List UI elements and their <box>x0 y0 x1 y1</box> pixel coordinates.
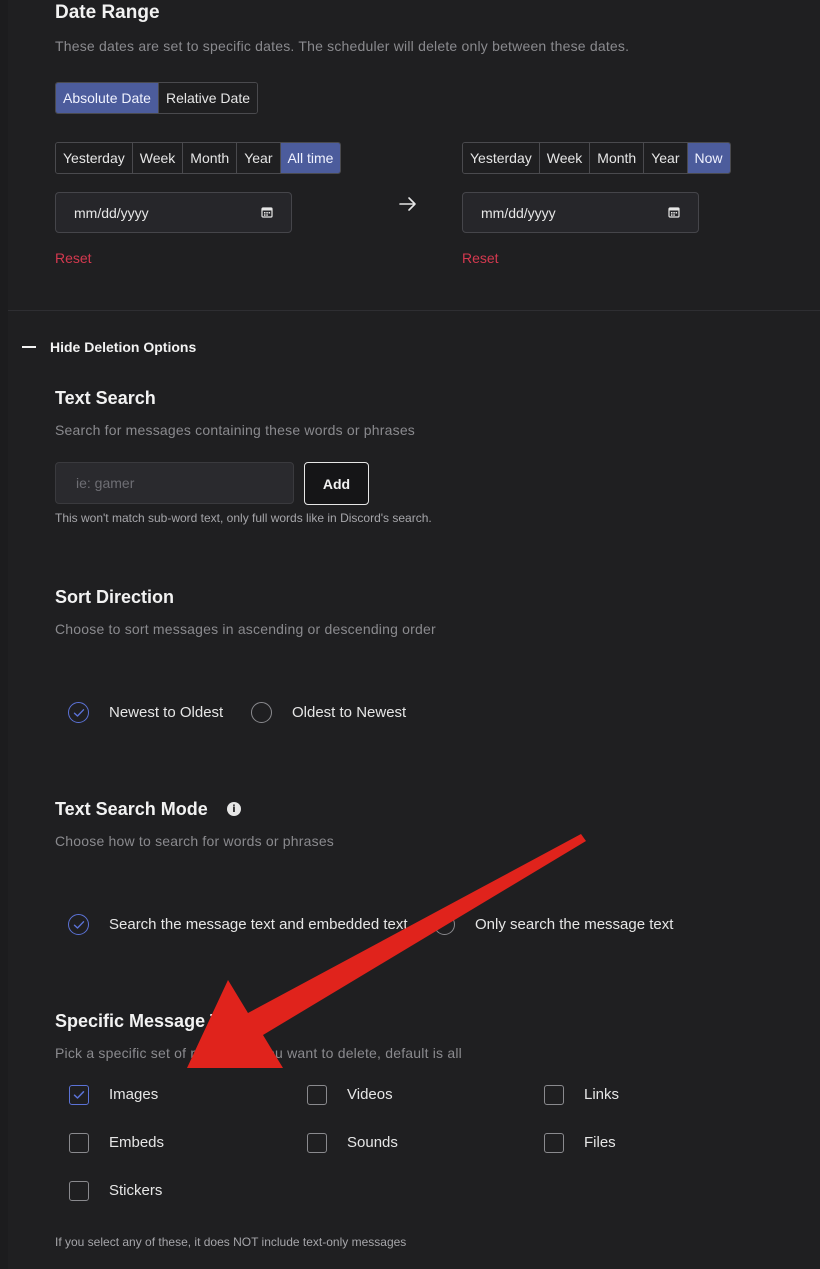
radio-label-oldest-to-newest: Oldest to Newest <box>292 704 407 721</box>
message-types-description: Pick a specific set of messages you want… <box>55 1045 462 1061</box>
radio-label-search-embedded: Search the message text and embedded tex… <box>109 916 408 933</box>
checkbox-label-sounds: Sounds <box>347 1134 398 1151</box>
to-preset-yesterday[interactable]: Yesterday <box>463 143 540 173</box>
arrow-right-icon <box>398 195 418 218</box>
deletion-options-toggle[interactable]: Hide Deletion Options <box>22 339 196 355</box>
sort-direction-title: Sort Direction <box>55 587 175 607</box>
from-preset-all-time[interactable]: All time <box>280 143 341 173</box>
to-preset-week[interactable]: Week <box>539 143 591 173</box>
checkbox-label-files: Files <box>584 1134 616 1151</box>
calendar-icon[interactable] <box>261 205 273 221</box>
from-preset-week[interactable]: Week <box>132 143 184 173</box>
tab-absolute-date[interactable]: Absolute Date <box>56 83 159 113</box>
checkbox-links[interactable] <box>544 1085 564 1105</box>
from-preset-year[interactable]: Year <box>237 143 281 173</box>
text-search-hint: This won't match sub-word text, only ful… <box>55 511 432 525</box>
date-range-title: Date Range <box>55 2 160 23</box>
section-divider <box>8 310 820 311</box>
to-preset-now[interactable]: Now <box>687 143 730 173</box>
from-date-input[interactable]: mm/dd/yyyy <box>55 192 292 233</box>
radio-newest-to-oldest[interactable] <box>68 702 89 723</box>
from-reset-link[interactable]: Reset <box>55 250 92 266</box>
checkmark-icon <box>73 1091 85 1099</box>
checkbox-label-videos: Videos <box>347 1086 393 1103</box>
from-preset-group: Yesterday Week Month Year All time <box>55 142 342 174</box>
checkbox-label-stickers: Stickers <box>109 1182 163 1199</box>
text-search-input[interactable] <box>55 462 294 504</box>
to-date-value: mm/dd/yyyy <box>481 204 556 221</box>
info-icon[interactable]: i <box>227 802 241 816</box>
from-date-value: mm/dd/yyyy <box>74 204 149 221</box>
checkbox-images[interactable] <box>69 1085 89 1105</box>
to-reset-link[interactable]: Reset <box>462 250 499 266</box>
date-range-description: These dates are set to specific dates. T… <box>55 38 630 54</box>
radio-search-message-only[interactable] <box>434 914 455 935</box>
tab-relative-date[interactable]: Relative Date <box>158 83 257 113</box>
to-date-input[interactable]: mm/dd/yyyy <box>462 192 699 233</box>
from-preset-month[interactable]: Month <box>183 143 238 173</box>
sort-direction-description: Choose to sort messages in ascending or … <box>55 621 436 637</box>
calendar-icon[interactable] <box>668 205 680 221</box>
text-search-title: Text Search <box>55 388 156 408</box>
checkmark-icon <box>73 920 84 929</box>
checkbox-label-embeds: Embeds <box>109 1134 165 1151</box>
checkbox-videos[interactable] <box>307 1085 327 1105</box>
checkbox-sounds[interactable] <box>307 1133 327 1153</box>
message-types-footnote: If you select any of these, it does NOT … <box>55 1235 407 1249</box>
checkbox-label-links: Links <box>584 1086 620 1103</box>
text-search-description: Search for messages containing these wor… <box>55 422 416 438</box>
radio-search-embedded[interactable] <box>68 914 89 935</box>
text-search-mode-description: Choose how to search for words or phrase… <box>55 833 334 849</box>
radio-label-newest-to-oldest: Newest to Oldest <box>109 704 224 721</box>
from-preset-yesterday[interactable]: Yesterday <box>56 143 133 173</box>
text-search-mode-title: Text Search Mode <box>55 799 208 819</box>
checkbox-embeds[interactable] <box>69 1133 89 1153</box>
radio-oldest-to-newest[interactable] <box>251 702 272 723</box>
checkmark-icon <box>73 708 84 717</box>
date-mode-tabs: Absolute Date Relative Date <box>55 82 258 114</box>
checkbox-label-images: Images <box>109 1086 159 1103</box>
add-search-term-button[interactable]: Add <box>304 462 369 505</box>
radio-label-search-message-only: Only search the message text <box>475 916 674 933</box>
message-types-title: Specific Message Types <box>55 1011 261 1031</box>
checkbox-files[interactable] <box>544 1133 564 1153</box>
to-preset-year[interactable]: Year <box>644 143 688 173</box>
to-preset-group: Yesterday Week Month Year Now <box>462 142 731 174</box>
checkbox-stickers[interactable] <box>69 1181 89 1201</box>
minus-icon <box>22 346 36 348</box>
deletion-options-toggle-label: Hide Deletion Options <box>50 339 197 355</box>
to-preset-month[interactable]: Month <box>590 143 645 173</box>
